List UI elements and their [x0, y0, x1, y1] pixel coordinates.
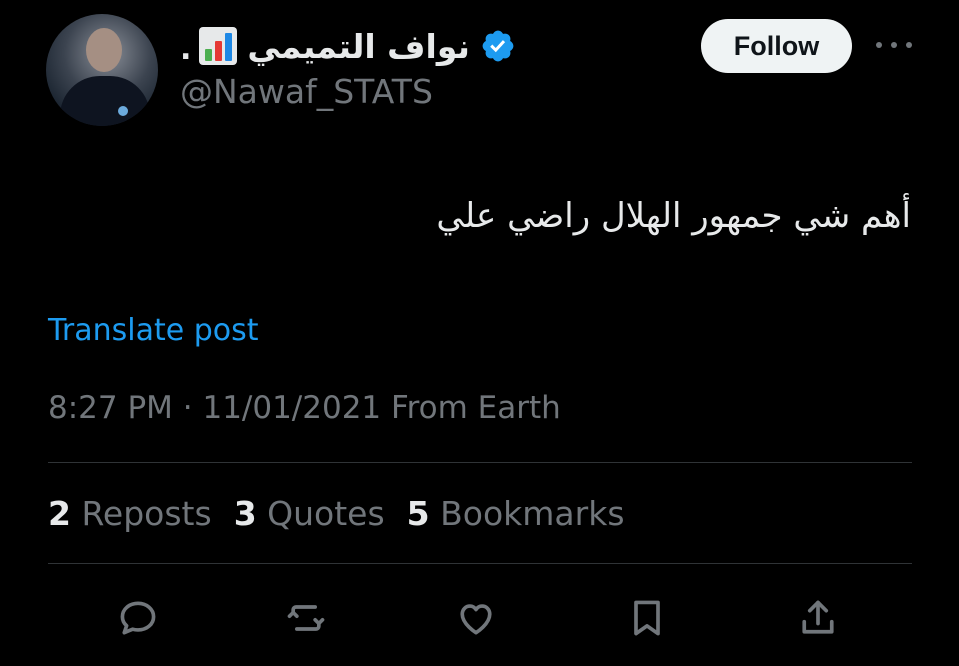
- divider: [48, 563, 912, 564]
- reposts-count: 2: [48, 494, 71, 533]
- reply-button[interactable]: [116, 596, 162, 640]
- verified-badge-icon: [482, 30, 514, 62]
- avatar-body: [60, 76, 150, 126]
- share-icon: [802, 600, 834, 634]
- avatar[interactable]: [46, 14, 158, 126]
- reposts-label: Reposts: [81, 494, 212, 533]
- action-bar: [106, 596, 856, 640]
- author-handle[interactable]: @Nawaf_STATS: [180, 72, 433, 111]
- reply-icon: [120, 601, 156, 635]
- repost-button[interactable]: [284, 596, 330, 640]
- translate-post-link[interactable]: Translate post: [48, 313, 259, 348]
- follow-button[interactable]: Follow: [701, 19, 852, 73]
- bookmark-button[interactable]: [625, 596, 671, 640]
- author-name-row[interactable]: . نواف التميمي: [180, 20, 516, 72]
- author-display-name[interactable]: نواف التميمي: [247, 27, 470, 66]
- divider: [48, 462, 912, 463]
- name-suffix: .: [180, 27, 238, 67]
- more-icon[interactable]: [876, 38, 912, 52]
- reposts-stat[interactable]: 2 Reposts: [48, 494, 212, 533]
- avatar-head: [86, 28, 122, 72]
- avatar-crest: [118, 106, 128, 116]
- post-stats: 2 Reposts 3 Quotes 5 Bookmarks: [48, 494, 625, 533]
- quotes-label: Quotes: [267, 494, 385, 533]
- quotes-stat[interactable]: 3 Quotes: [234, 494, 385, 533]
- heart-icon: [460, 604, 492, 635]
- bookmarks-count: 5: [406, 494, 430, 533]
- repost-icon: [287, 605, 325, 631]
- share-button[interactable]: [796, 596, 842, 640]
- quotes-count: 3: [233, 494, 257, 533]
- bookmarks-label: Bookmarks: [440, 494, 625, 533]
- post-timestamp[interactable]: 8:27 PM · 11/01/2021 From Earth: [48, 390, 561, 426]
- bar-chart-icon: [199, 27, 238, 65]
- post-text: أهم شي جمهور الهلال راضي علي: [436, 196, 911, 236]
- bookmark-icon: [634, 600, 660, 636]
- name-suffix-dot: .: [180, 32, 192, 67]
- like-button[interactable]: [454, 596, 500, 640]
- bookmarks-stat[interactable]: 5 Bookmarks: [407, 494, 625, 533]
